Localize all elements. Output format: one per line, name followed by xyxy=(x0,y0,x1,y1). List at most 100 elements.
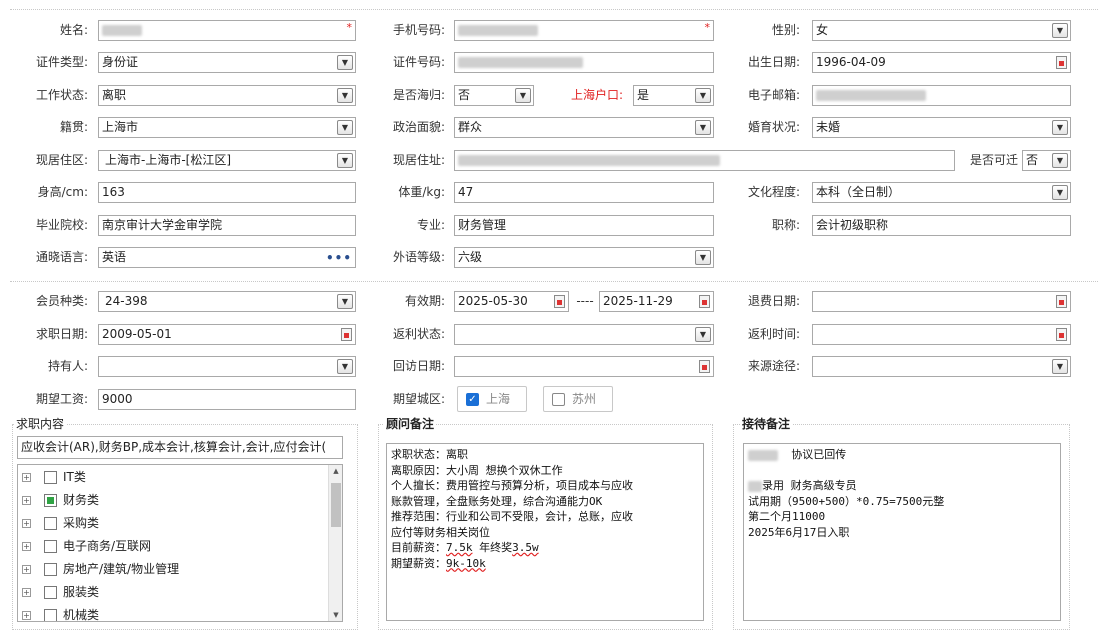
validity-start-input[interactable]: 2025-05-30 xyxy=(454,291,569,312)
advisor-notes-textarea[interactable]: 求职状态：离职 离职原因：大小周 想换个双休工作 个人擅长：费用管控与预算分析，项目… xyxy=(386,443,704,621)
name-input[interactable]: * xyxy=(98,20,356,41)
checkbox-icon[interactable] xyxy=(44,471,57,484)
checkbox-icon[interactable] xyxy=(44,586,57,599)
calendar-icon[interactable] xyxy=(699,295,710,308)
calendar-icon[interactable] xyxy=(699,360,710,373)
chevron-down-icon[interactable]: ▼ xyxy=(337,55,353,70)
birth-date-label: 出生日期: xyxy=(747,55,800,69)
checkbox-icon[interactable] xyxy=(44,540,57,553)
phone-input[interactable]: * xyxy=(454,20,714,41)
scroll-up-icon[interactable]: ▲ xyxy=(329,467,342,475)
job-content-summary[interactable]: 应收会计(AR),财务BP,成本会计,核算会计,会计,应付会计( xyxy=(17,436,343,459)
chevron-down-icon[interactable]: ▼ xyxy=(337,294,353,309)
weight-input[interactable]: 47 xyxy=(454,182,714,203)
calendar-icon[interactable] xyxy=(341,328,352,341)
scrollbar-thumb[interactable] xyxy=(331,483,341,527)
gender-select[interactable]: 女 ▼ xyxy=(812,20,1071,41)
returnee-select[interactable]: 否 ▼ xyxy=(454,85,534,106)
marital-label: 婚育状况: xyxy=(747,120,800,134)
id-number-input[interactable] xyxy=(454,52,714,73)
note-line: 目前薪资：7.5k 年终奖3.5w xyxy=(391,540,699,556)
native-place-select[interactable]: 上海市 ▼ xyxy=(98,117,356,138)
tree-item-finance[interactable]: + 财务类 xyxy=(18,490,328,510)
tree-item-it[interactable]: + IT类 xyxy=(18,467,328,487)
tree-item-machinery[interactable]: + 机械类 xyxy=(18,605,328,621)
marital-select[interactable]: 未婚 ▼ xyxy=(812,117,1071,138)
birth-date-input[interactable]: 1996-04-09 xyxy=(812,52,1071,73)
checkbox-icon[interactable] xyxy=(44,563,57,576)
political-select[interactable]: 群众 ▼ xyxy=(454,117,714,138)
refund-date-label: 退费日期: xyxy=(747,294,800,308)
chevron-down-icon[interactable]: ▼ xyxy=(1052,185,1068,200)
chevron-down-icon[interactable]: ▼ xyxy=(1052,23,1068,38)
work-status-select[interactable]: 离职 ▼ xyxy=(98,85,356,106)
city-option-shanghai[interactable]: ✓ 上海 xyxy=(457,386,527,412)
chevron-down-icon[interactable]: ▼ xyxy=(1052,120,1068,135)
education-select[interactable]: 本科（全日制） ▼ xyxy=(812,182,1071,203)
tree-item-realestate[interactable]: + 房地产/建筑/物业管理 xyxy=(18,559,328,579)
chevron-down-icon[interactable]: ▼ xyxy=(1052,359,1068,374)
language-input[interactable]: 英语 ••• xyxy=(98,247,356,268)
school-value: 南京审计大学金审学院 xyxy=(102,218,223,232)
email-input[interactable] xyxy=(812,85,1071,106)
expand-icon[interactable]: + xyxy=(22,473,31,482)
tree-item-apparel[interactable]: + 服装类 xyxy=(18,582,328,602)
chevron-down-icon[interactable]: ▼ xyxy=(695,250,711,265)
scroll-down-icon[interactable]: ▼ xyxy=(329,611,342,619)
member-type-select[interactable]: 24-398 ▼ xyxy=(98,291,356,312)
title-input[interactable]: 会计初级职称 xyxy=(812,215,1071,236)
checkbox-icon[interactable] xyxy=(44,517,57,530)
expand-icon[interactable]: + xyxy=(22,542,31,551)
expand-icon[interactable]: + xyxy=(22,496,31,505)
city-option-suzhou[interactable]: 苏州 xyxy=(543,386,613,412)
id-type-select[interactable]: 身份证 ▼ xyxy=(98,52,356,73)
more-icon[interactable]: ••• xyxy=(326,249,352,267)
checkbox-partial-icon[interactable] xyxy=(44,494,57,507)
chevron-down-icon[interactable]: ▼ xyxy=(1052,153,1068,168)
calendar-icon[interactable] xyxy=(1056,56,1067,69)
tree-scrollbar[interactable]: ▲ ▼ xyxy=(328,465,342,621)
job-date-input[interactable]: 2009-05-01 xyxy=(98,324,356,345)
refund-date-input[interactable] xyxy=(812,291,1071,312)
tree-item-ecommerce[interactable]: + 电子商务/互联网 xyxy=(18,536,328,556)
school-input[interactable]: 南京审计大学金审学院 xyxy=(98,215,356,236)
rebate-status-select[interactable]: ▼ xyxy=(454,324,714,345)
chevron-down-icon[interactable]: ▼ xyxy=(337,153,353,168)
calendar-icon[interactable] xyxy=(1056,328,1067,341)
validity-end-input[interactable]: 2025-11-29 xyxy=(599,291,714,312)
salary-input[interactable]: 9000 xyxy=(98,389,356,410)
chevron-down-icon[interactable]: ▼ xyxy=(337,88,353,103)
sh-hukou-select[interactable]: 是 ▼ xyxy=(633,85,714,106)
height-input[interactable]: 163 xyxy=(98,182,356,203)
note-line: 协议已回传 xyxy=(748,447,1056,463)
gender-value: 女 xyxy=(816,23,829,37)
visit-date-input[interactable] xyxy=(454,356,714,377)
address-input[interactable] xyxy=(454,150,955,171)
chevron-down-icon[interactable]: ▼ xyxy=(337,120,353,135)
chevron-down-icon[interactable]: ▼ xyxy=(695,88,711,103)
expand-icon[interactable]: + xyxy=(22,588,31,597)
expand-icon[interactable]: + xyxy=(22,611,31,620)
expand-icon[interactable]: + xyxy=(22,565,31,574)
major-input[interactable]: 财务管理 xyxy=(454,215,714,236)
checkbox-icon[interactable] xyxy=(44,609,57,621)
holder-select[interactable]: ▼ xyxy=(98,356,356,377)
calendar-icon[interactable] xyxy=(554,295,565,308)
chevron-down-icon[interactable]: ▼ xyxy=(695,120,711,135)
residence-area-select[interactable]: 上海市-上海市-[松江区] ▼ xyxy=(98,150,356,171)
rebate-time-input[interactable] xyxy=(812,324,1071,345)
calendar-icon[interactable] xyxy=(1056,295,1067,308)
note-line: 账款管理，全盘账务处理，综合沟通能力OK xyxy=(391,494,603,508)
tree-item-purchasing[interactable]: + 采购类 xyxy=(18,513,328,533)
checkbox-checked-icon[interactable]: ✓ xyxy=(466,393,479,406)
reception-notes-textarea[interactable]: 协议已回传 录用 财务高级专员 试用期（9500+500）*0.75=7500元整… xyxy=(743,443,1061,621)
chevron-down-icon[interactable]: ▼ xyxy=(337,359,353,374)
note-text: 目前薪资： xyxy=(391,541,446,554)
lang-level-select[interactable]: 六级 ▼ xyxy=(454,247,714,268)
chevron-down-icon[interactable]: ▼ xyxy=(695,327,711,342)
checkbox-icon[interactable] xyxy=(552,393,565,406)
source-select[interactable]: ▼ xyxy=(812,356,1071,377)
chevron-down-icon[interactable]: ▼ xyxy=(515,88,531,103)
expand-icon[interactable]: + xyxy=(22,519,31,528)
relocate-select[interactable]: 否 ▼ xyxy=(1022,150,1071,171)
